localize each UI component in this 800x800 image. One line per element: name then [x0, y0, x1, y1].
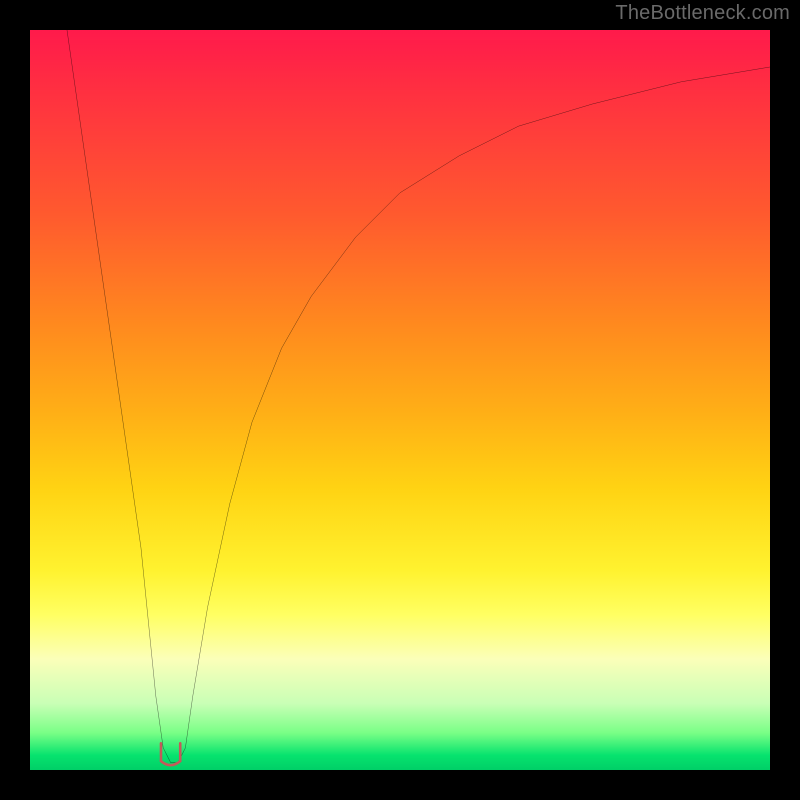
- optimal-marker: [161, 743, 180, 765]
- plot-area: [30, 30, 770, 770]
- watermark-label: TheBottleneck.com: [615, 2, 790, 25]
- curve-layer: [30, 30, 770, 770]
- bottleneck-curve: [67, 30, 770, 763]
- chart-frame: TheBottleneck.com: [0, 0, 800, 800]
